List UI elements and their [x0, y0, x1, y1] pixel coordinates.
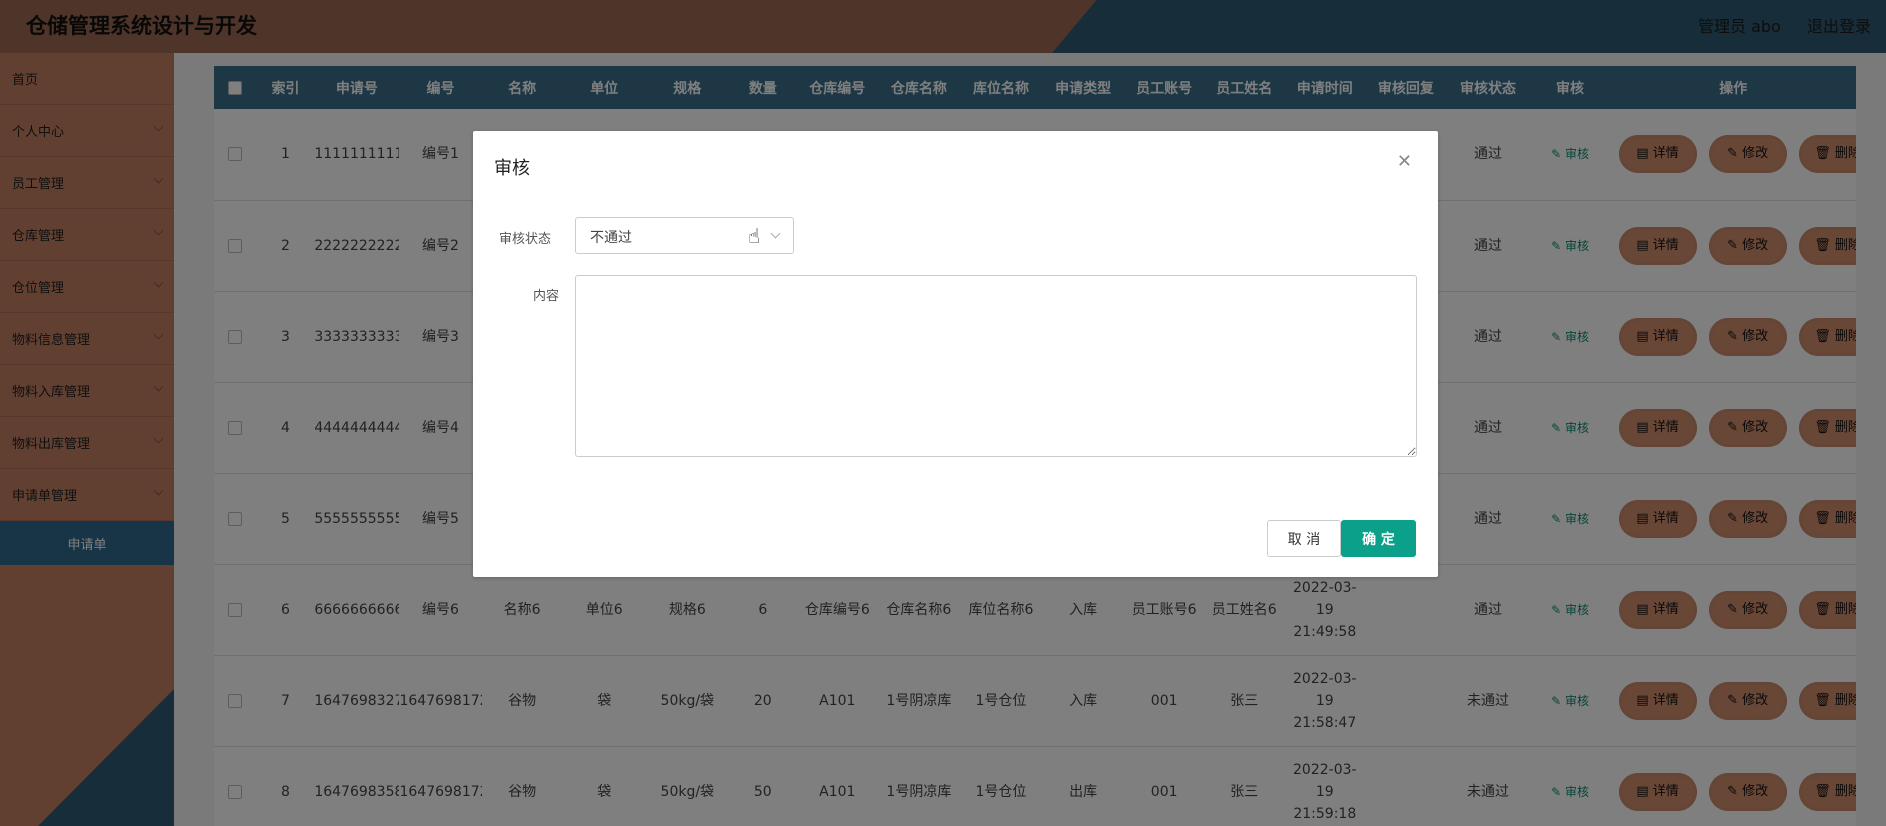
status-select[interactable]: 不通过 ☝ [575, 217, 794, 254]
chevron-down-icon [770, 228, 781, 239]
close-icon[interactable]: ✕ [1397, 151, 1412, 172]
cancel-button[interactable]: 取 消 [1267, 520, 1341, 557]
dialog-title: 审核 [494, 158, 530, 179]
review-dialog: 审核 ✕ 审核状态 不通过 ☝ 内容 取 消 确 定 [473, 131, 1438, 577]
status-select-value: 不通过 [590, 230, 632, 246]
hand-cursor-icon: ☝ [748, 224, 761, 248]
content-label: 内容 [533, 289, 560, 304]
content-textarea[interactable] [575, 275, 1417, 457]
status-label: 审核状态 [499, 232, 552, 247]
ok-button[interactable]: 确 定 [1341, 520, 1416, 557]
